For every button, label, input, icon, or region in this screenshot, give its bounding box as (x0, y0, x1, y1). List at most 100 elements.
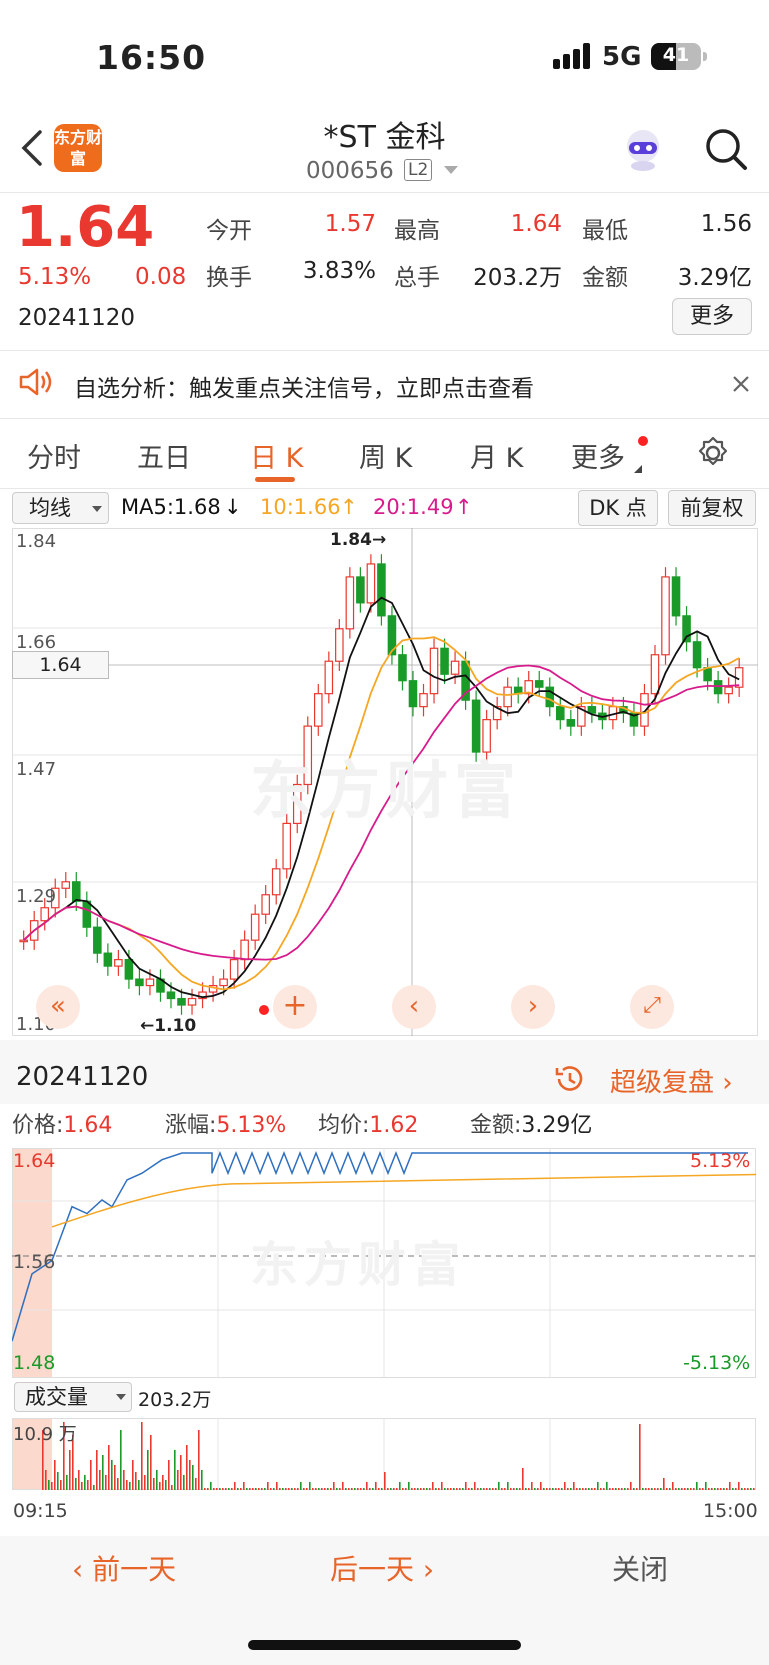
volume-bar (702, 1488, 704, 1490)
candle-body (166, 991, 176, 1000)
volume-bar (540, 1482, 542, 1490)
volume-bar (729, 1482, 731, 1490)
volume-bar (348, 1488, 350, 1490)
volume-bar (411, 1488, 413, 1490)
tab-monthly-k[interactable]: 月 K (470, 436, 523, 475)
next-day-button[interactable]: 后一天 › (330, 1548, 434, 1588)
volume-bar (426, 1488, 428, 1490)
battery-icon: 41 (651, 43, 707, 70)
step-left-icon[interactable]: ‹ (392, 985, 436, 1029)
volume-bar (720, 1488, 722, 1490)
candle-body (692, 641, 702, 669)
candle-body (356, 576, 365, 604)
volume-bar (183, 1475, 185, 1490)
volume-bar (390, 1488, 392, 1490)
volume-select-label: 成交量 (25, 1385, 88, 1409)
candle-body (240, 939, 249, 961)
amount-label: 金额 (582, 265, 628, 291)
volume-bar (159, 1482, 161, 1490)
volume-bar (585, 1488, 587, 1490)
volume-bar (609, 1488, 611, 1490)
volume-select[interactable]: 成交量 (14, 1382, 132, 1412)
tab-more[interactable]: 更多 (571, 436, 625, 475)
time-start: 09:15 (13, 1500, 68, 1522)
volume-bar (723, 1488, 725, 1490)
volume-bar (642, 1488, 644, 1490)
volume-bar (558, 1488, 560, 1490)
rewind-icon[interactable]: « (36, 985, 80, 1029)
adjust-select[interactable]: 前复权 (668, 490, 756, 526)
search-icon[interactable] (703, 126, 749, 172)
volume-bar (639, 1424, 641, 1490)
intraday-watermark: 东方财富 (250, 1237, 467, 1293)
volume-bar (732, 1488, 734, 1490)
volume-bar (120, 1430, 122, 1490)
volume-bar (690, 1488, 692, 1490)
ma5-down-icon: ↓ (224, 495, 242, 519)
volume-bar (54, 1460, 56, 1490)
info-avg-value: 1.62 (369, 1113, 419, 1138)
low-value: 1.56 (700, 211, 752, 237)
volume-bar (387, 1488, 389, 1490)
volume-bar (282, 1488, 284, 1490)
volume-bar (57, 1472, 59, 1490)
dk-point-button[interactable]: DK 点 (578, 490, 658, 526)
fullscreen-icon[interactable]: ⤢ (630, 985, 674, 1029)
volume-bar (96, 1450, 98, 1490)
volume-bar (303, 1488, 305, 1490)
step-right-icon[interactable]: › (511, 985, 555, 1029)
y-tick-3: 1.47 (16, 759, 57, 780)
y-tick-2: 1.66 (16, 632, 57, 653)
tab-daily-k[interactable]: 日 K (250, 436, 303, 475)
volume-bar (483, 1488, 485, 1490)
turnover-label: 换手 (206, 265, 252, 291)
speaker-icon (19, 368, 52, 396)
tab-weekly-k[interactable]: 周 K (359, 436, 412, 475)
volume-bar (231, 1488, 233, 1490)
volume-total: 203.2万 (138, 1389, 212, 1411)
robot-assistant-icon[interactable] (620, 126, 666, 172)
settings-icon[interactable] (696, 436, 730, 470)
volume-bar (534, 1488, 536, 1490)
volume-bar (480, 1488, 482, 1490)
close-button[interactable]: 关闭 (612, 1548, 668, 1588)
y-tick-4: 1.29 (16, 886, 57, 907)
volume-bar (621, 1488, 623, 1490)
candle-body (61, 881, 71, 889)
intraday-y-bot: 1.48 (13, 1352, 56, 1374)
volume-bar (438, 1488, 440, 1490)
prev-day-button[interactable]: ‹ 前一天 (72, 1548, 176, 1588)
super-replay-link[interactable]: 超级复盘 › (610, 1062, 733, 1099)
volume-bar (219, 1488, 221, 1490)
volume-bar (351, 1488, 353, 1490)
volume-bar (510, 1488, 512, 1490)
volume-bar (669, 1488, 671, 1490)
volume-bar (345, 1488, 347, 1490)
volume-bar (753, 1488, 755, 1490)
low-label: 最低 (582, 218, 628, 244)
volume-bar (324, 1488, 326, 1490)
tab-intraday[interactable]: 分时 (27, 436, 81, 475)
candle-body (19, 939, 28, 943)
candle-body (534, 680, 544, 688)
notice-text[interactable]: 自选分析：触发重点关注信号，立即点击查看 (74, 369, 534, 403)
tab-five-day[interactable]: 五日 (137, 436, 191, 475)
volume-bar (381, 1488, 383, 1490)
info-avg-label: 均价: (318, 1113, 370, 1138)
volume-bar (462, 1488, 464, 1490)
volume-bar (393, 1488, 395, 1490)
volume-bar (129, 1482, 131, 1490)
volume-bar (357, 1488, 359, 1490)
volume-bar (261, 1488, 263, 1490)
more-button[interactable]: 更多 (672, 298, 752, 335)
volume-bar (579, 1488, 581, 1490)
info-change-value: 5.13% (216, 1113, 287, 1138)
dropdown-icon[interactable] (444, 166, 458, 174)
level-badge[interactable]: L2 (404, 159, 433, 181)
info-amount: 金额:3.29亿 (470, 1107, 592, 1139)
volume-bar (555, 1488, 557, 1490)
zoom-in-icon[interactable]: + (273, 985, 317, 1029)
volume-bar (660, 1488, 662, 1490)
close-icon[interactable] (731, 374, 751, 394)
history-icon[interactable] (553, 1062, 587, 1096)
